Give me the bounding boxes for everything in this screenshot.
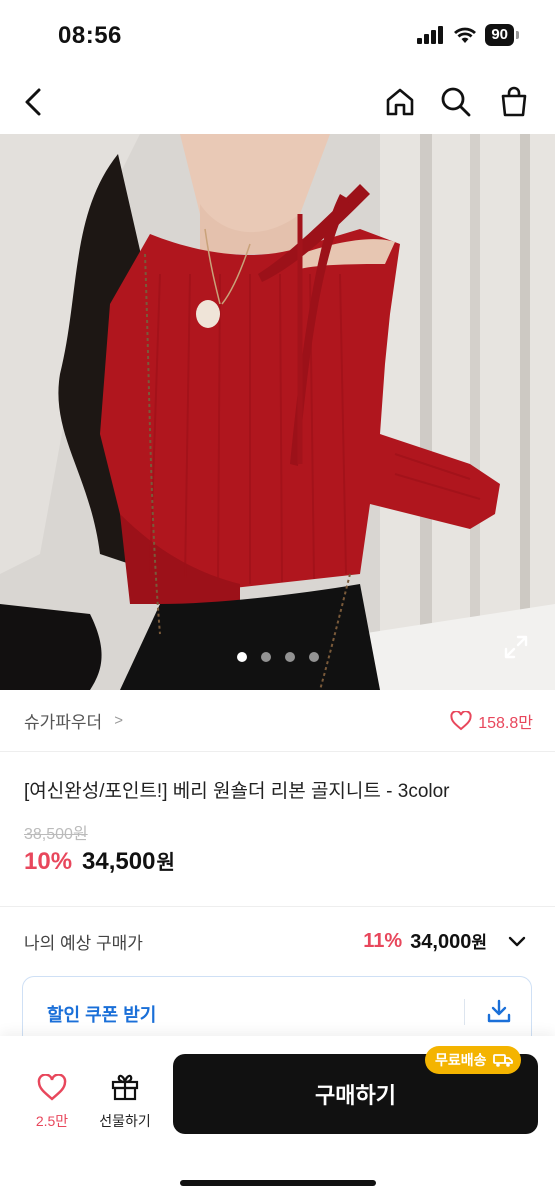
expected-price-amount: 34,000: [410, 931, 472, 953]
gift-icon: [111, 1074, 139, 1101]
battery-indicator: 90: [485, 24, 514, 46]
heart-outline-icon: [450, 710, 472, 730]
section-divider: [0, 906, 555, 907]
discount-rate: 10%: [24, 848, 73, 875]
carousel-dot[interactable]: [308, 652, 319, 662]
gift-button[interactable]: 선물하기: [94, 1072, 156, 1131]
status-icons: 90: [417, 24, 519, 46]
expected-price-label: 나의 예상 구매가: [24, 933, 143, 953]
free-shipping-badge: 무료배송: [425, 1046, 521, 1074]
expected-discount: 11%: [363, 929, 403, 952]
signal-icon: [417, 26, 444, 44]
wifi-icon: [454, 27, 477, 43]
carousel-dot[interactable]: [260, 652, 271, 662]
like-count: 2.5만: [35, 1113, 69, 1129]
product-title: [여신완성/포인트!] 베리 원숄더 리본 골지니트 - 3color: [24, 781, 450, 802]
brand-like-count: 158.8만: [478, 714, 533, 732]
gift-label: 선물하기: [99, 1113, 151, 1129]
fullscreen-expand-icon[interactable]: [503, 634, 529, 660]
original-price: 38,500원: [24, 826, 88, 843]
currency-unit: 원: [156, 852, 175, 874]
brand-link[interactable]: 슈가파우더 >: [24, 708, 123, 733]
coupon-label: 할인 쿠폰 받기: [47, 1005, 157, 1025]
home-button[interactable]: [380, 82, 420, 122]
back-button[interactable]: [14, 82, 54, 122]
cart-button[interactable]: [494, 82, 534, 122]
brand-row: 슈가파우더 > 158.8만: [0, 690, 555, 752]
home-icon: [386, 88, 414, 116]
home-indicator: [180, 1180, 376, 1186]
carousel-dot[interactable]: [284, 652, 295, 662]
status-time: 08:56: [58, 22, 122, 49]
bottom-action-bar: 2.5만 선물하기 구매하기 무료배송: [0, 1036, 555, 1200]
nav-bar: [0, 72, 555, 134]
free-shipping-label: 무료배송: [435, 1052, 487, 1068]
carousel-indicator: [0, 652, 555, 662]
status-bar: 08:56 90: [0, 0, 555, 72]
like-button[interactable]: 2.5만: [28, 1073, 76, 1131]
expected-price: 34,000원: [410, 928, 487, 954]
heart-outline-icon: [37, 1073, 67, 1101]
delivery-truck-icon: [492, 1054, 513, 1067]
chevron-right-icon: >: [114, 712, 123, 729]
expected-price-row[interactable]: 나의 예상 구매가 11% 34,000원: [0, 918, 555, 964]
search-button[interactable]: [436, 82, 476, 122]
expected-currency: 원: [471, 933, 487, 952]
brand-name: 슈가파우더: [24, 713, 103, 732]
shopping-bag-icon: [501, 86, 527, 117]
product-image-carousel[interactable]: [0, 134, 555, 690]
download-icon[interactable]: [485, 997, 513, 1025]
brand-like-button[interactable]: 158.8만: [450, 709, 533, 733]
search-icon: [441, 87, 471, 117]
coupon-divider: [464, 999, 465, 1025]
sale-price-value: 34,500: [82, 848, 156, 875]
back-chevron-icon: [25, 88, 41, 116]
battery-cap: [516, 31, 519, 39]
sale-price: 34,500원: [82, 846, 175, 876]
product-photo: [0, 134, 555, 690]
price-row: 10% 34,500원: [24, 846, 175, 876]
expected-price-value: 11% 34,000원: [363, 928, 529, 954]
carousel-dot[interactable]: [236, 652, 247, 662]
chevron-down-icon: [508, 936, 526, 947]
